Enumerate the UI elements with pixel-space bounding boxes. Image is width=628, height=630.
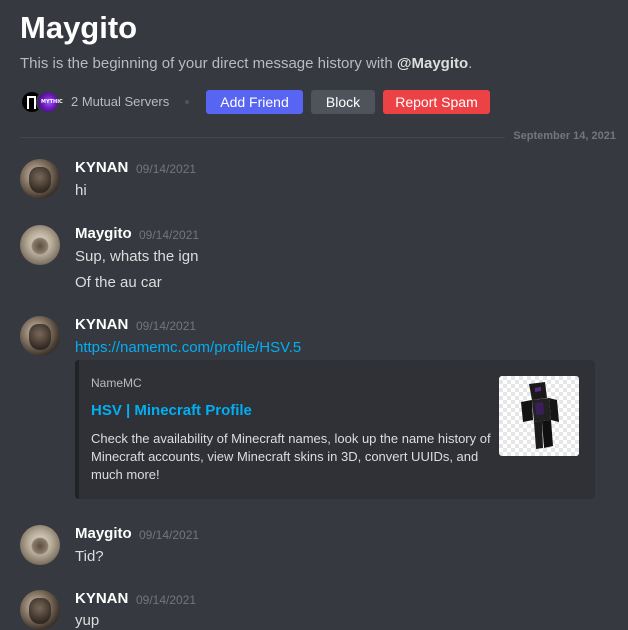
- dm-welcome-prefix: This is the beginning of your direct mes…: [20, 55, 397, 72]
- message-text: Tid?: [75, 548, 104, 565]
- message-timestamp: 09/14/2021: [136, 319, 197, 333]
- separator-dot: [185, 100, 189, 104]
- avatar[interactable]: [20, 590, 60, 630]
- message-text: yup: [75, 612, 100, 629]
- embed-provider[interactable]: NameMC: [91, 376, 142, 390]
- date-divider-label: September 14, 2021: [505, 130, 620, 142]
- block-button[interactable]: Block: [311, 90, 375, 114]
- server-glyph-icon: [27, 96, 36, 109]
- message-text: Of the au car: [75, 274, 162, 291]
- avatar[interactable]: [20, 525, 60, 565]
- mutual-servers-link[interactable]: 2 Mutual Servers: [71, 94, 169, 109]
- message-timestamp: 09/14/2021: [136, 593, 197, 607]
- dm-welcome-suffix: .: [468, 55, 473, 72]
- message-timestamp: 09/14/2021: [139, 528, 200, 542]
- message-timestamp: 09/14/2021: [136, 162, 197, 176]
- avatar[interactable]: [20, 159, 60, 199]
- message-link[interactable]: https://namemc.com/profile/HSV.5: [75, 339, 301, 356]
- message-timestamp: 09/14/2021: [139, 228, 200, 242]
- dm-welcome-handle: @Maygito: [396, 55, 469, 72]
- avatar[interactable]: [20, 225, 60, 265]
- date-divider: September 14, 2021: [20, 130, 620, 142]
- dm-title: Maygito: [20, 10, 138, 45]
- embed-thumbnail[interactable]: [499, 376, 579, 456]
- message-author[interactable]: KYNAN: [75, 316, 128, 333]
- avatar[interactable]: [20, 316, 60, 356]
- message-text: hi: [75, 182, 87, 199]
- dm-channel: Maygito This is the beginning of your di…: [0, 0, 628, 630]
- report-spam-button[interactable]: Report Spam: [383, 90, 490, 114]
- dm-welcome-text: This is the beginning of your direct mes…: [20, 55, 472, 72]
- message-text: Sup, whats the ign: [75, 248, 199, 265]
- message-author[interactable]: Maygito: [75, 225, 132, 242]
- mutual-server-icon-mythic[interactable]: MYTHIC: [36, 90, 63, 114]
- server-icon-label: MYTHIC: [41, 99, 63, 105]
- minecraft-skin-icon: [521, 382, 559, 449]
- link-embed: NameMC HSV | Minecraft Profile Check the…: [75, 360, 595, 499]
- message-author[interactable]: Maygito: [75, 525, 132, 542]
- embed-description: Check the availability of Minecraft name…: [91, 431, 491, 482]
- dm-actions-row: MYTHIC 2 Mutual Servers Add Friend Block…: [20, 90, 620, 114]
- message-author[interactable]: KYNAN: [75, 590, 128, 607]
- embed-title-link[interactable]: HSV | Minecraft Profile: [91, 402, 252, 419]
- add-friend-button[interactable]: Add Friend: [206, 90, 303, 114]
- message-author[interactable]: KYNAN: [75, 159, 128, 176]
